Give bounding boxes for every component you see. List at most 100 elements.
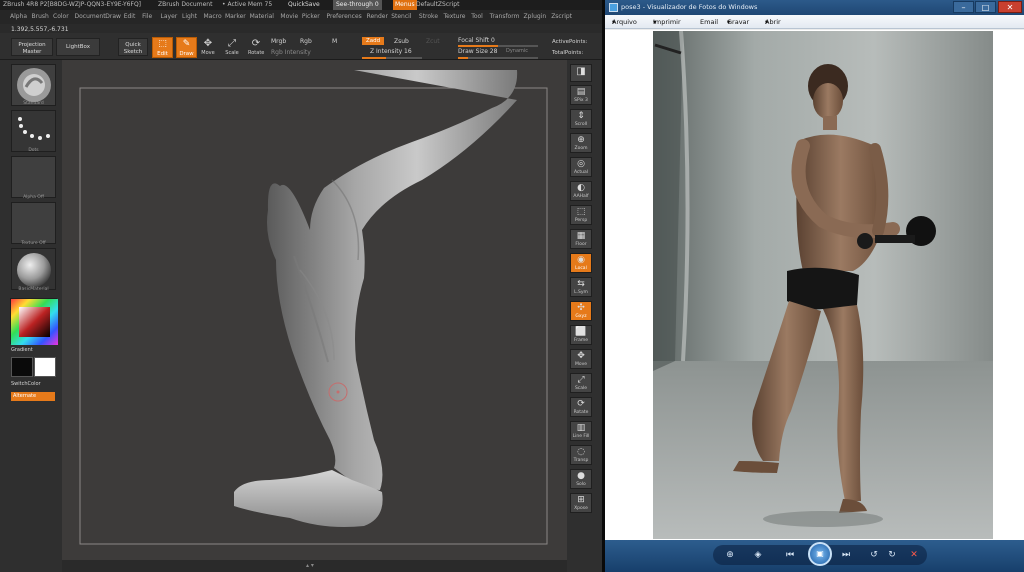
menu-movie[interactable]: Movie xyxy=(280,10,298,24)
menu-tool[interactable]: Tool xyxy=(471,10,483,24)
z-intensity-track[interactable] xyxy=(362,57,422,59)
menu-color[interactable]: Color xyxy=(53,10,69,24)
material-picker[interactable] xyxy=(11,248,56,290)
menu-macro[interactable]: Macro xyxy=(204,10,222,24)
m-button[interactable]: M xyxy=(332,38,337,45)
draw-mode-button[interactable]: ✎ Draw xyxy=(176,37,197,58)
menu-imprimir-label: Imprimir xyxy=(653,18,681,26)
actual-button[interactable]: ◎ Actual xyxy=(570,157,592,177)
dynamic-toggle[interactable]: Dynamic xyxy=(506,48,528,54)
main-color-swatch[interactable] xyxy=(11,357,33,377)
rotate-button[interactable]: ⟳ Rotate xyxy=(570,397,592,417)
menu-material[interactable]: Material xyxy=(250,10,274,24)
quick-sketch-button[interactable]: Quick Sketch xyxy=(118,38,148,56)
maximize-button[interactable]: □ xyxy=(975,1,996,13)
zoom-button[interactable]: ⊕ xyxy=(723,549,737,561)
zoom-button[interactable]: ⊕ Zoom xyxy=(570,133,592,153)
xpose-button[interactable]: ⊞ Xpose xyxy=(570,493,592,513)
next-button[interactable]: ⏭ xyxy=(839,549,853,561)
lightbox-button[interactable]: LightBox xyxy=(56,38,100,56)
menu-document[interactable]: Document xyxy=(75,10,106,24)
rgb-button[interactable]: Rgb xyxy=(300,38,312,45)
color-picker[interactable] xyxy=(10,298,58,345)
solo-button[interactable]: ● Solo xyxy=(570,469,592,489)
brush-picker[interactable] xyxy=(11,64,56,106)
rotate-mode-button[interactable]: ⟳ Rotate xyxy=(248,37,264,59)
scale-button[interactable]: ⤢ Scale xyxy=(570,373,592,393)
menu-alpha[interactable]: Alpha xyxy=(10,10,27,24)
projection-master-button[interactable]: Projection Master xyxy=(11,38,53,56)
document-canvas[interactable] xyxy=(62,60,567,560)
spix-3-button[interactable]: ▤ SPix 3 xyxy=(570,85,592,105)
draw-size-slider[interactable]: Draw Size 28 xyxy=(458,48,497,55)
rotate-left-button[interactable]: ↺ xyxy=(867,549,881,561)
rgb-intensity-slider[interactable]: Rgb Intensity xyxy=(271,49,311,56)
delete-button[interactable]: ✕ xyxy=(907,549,921,561)
menu-edit[interactable]: Edit xyxy=(124,10,136,24)
z-intensity-slider[interactable]: Z Intensity 16 xyxy=(370,48,412,55)
menu-email[interactable]: Email xyxy=(700,15,718,29)
switch-color-button[interactable]: SwitchColor xyxy=(11,381,41,387)
menu-file[interactable]: File xyxy=(142,10,152,24)
texture-picker[interactable] xyxy=(11,202,56,244)
move-button[interactable]: ✥ Move xyxy=(570,349,592,369)
zoom-icon: ⊕ xyxy=(726,550,734,560)
slideshow-icon: ▣ xyxy=(816,549,824,558)
scroll-button[interactable]: ⇕ Scroll xyxy=(570,109,592,129)
menu-stencil[interactable]: Stencil xyxy=(391,10,411,24)
floor-button[interactable]: ▦ Floor xyxy=(570,229,592,249)
close-button[interactable]: ✕ xyxy=(998,1,1022,13)
line-fill-button[interactable]: ▥ Line Fill xyxy=(570,421,592,441)
aahalf-button[interactable]: ◐ AAHalf xyxy=(570,181,592,201)
actual-size-button[interactable]: ◈ xyxy=(751,549,765,561)
minimize-icon: – xyxy=(961,3,966,12)
alternate-button[interactable]: Alternate xyxy=(11,392,55,401)
zcut-button[interactable]: Zcut xyxy=(426,38,440,45)
reference-photo[interactable] xyxy=(653,31,993,539)
quicksave-button[interactable]: QuickSave xyxy=(288,0,320,10)
transp-button[interactable]: ◌ Transp xyxy=(570,445,592,465)
menus-button[interactable]: Menus xyxy=(393,0,417,10)
alpha-picker[interactable] xyxy=(11,156,56,198)
edit-mode-button[interactable]: ⬚ Edit xyxy=(152,37,173,58)
gradient-toggle[interactable]: Gradient xyxy=(11,347,33,353)
menu-zscript[interactable]: Zscript xyxy=(551,10,572,24)
rotate-right-button[interactable]: ↻ xyxy=(885,549,899,561)
persp-button[interactable]: ⬚ Persp xyxy=(570,205,592,225)
bpr-button[interactable]: ◨ xyxy=(570,64,592,82)
menu-render[interactable]: Render xyxy=(367,10,388,24)
slideshow-button[interactable]: ▣ xyxy=(808,542,832,566)
menu-draw[interactable]: Draw xyxy=(105,10,121,24)
move-mode-button[interactable]: ✥ Move xyxy=(200,37,216,59)
menu-layer[interactable]: Layer xyxy=(161,10,178,24)
menu-picker[interactable]: Picker xyxy=(302,10,320,24)
see-through-slider[interactable]: See-through 0 xyxy=(333,0,382,10)
draw-size-track[interactable] xyxy=(458,57,538,59)
menu-stroke[interactable]: Stroke xyxy=(419,10,438,24)
scale-mode-button[interactable]: ⤢ Scale xyxy=(224,37,240,59)
local-button[interactable]: ◉ Local xyxy=(570,253,592,273)
focal-shift-slider[interactable]: Focal Shift 0 xyxy=(458,37,495,44)
previous-button[interactable]: ⏮ xyxy=(783,549,797,561)
secondary-color-swatch[interactable] xyxy=(34,357,56,377)
frame-button[interactable]: ⬜ Frame xyxy=(570,325,592,345)
stroke-picker[interactable] xyxy=(11,110,56,152)
viewer-title-bar: pose3 - Visualizador de Fotos do Windows… xyxy=(605,0,1024,15)
menu-marker[interactable]: Marker xyxy=(225,10,246,24)
minimize-button[interactable]: – xyxy=(953,1,974,13)
menu-transform[interactable]: Transform xyxy=(490,10,520,24)
scale-label: Scale xyxy=(574,386,588,391)
focal-shift-track[interactable] xyxy=(458,45,538,47)
menu-zplugin[interactable]: Zplugin xyxy=(524,10,547,24)
bottom-shelf-arrows-icon[interactable]: ▴ ▾ xyxy=(306,562,314,569)
menu-brush[interactable]: Brush xyxy=(32,10,49,24)
default-zscript-button[interactable]: DefaultZScript xyxy=(416,0,459,10)
gxyz-button[interactable]: ✣ Gxyz xyxy=(570,301,592,321)
menu-texture[interactable]: Texture xyxy=(444,10,466,24)
menu-preferences[interactable]: Preferences xyxy=(327,10,362,24)
mrgb-button[interactable]: Mrgb xyxy=(271,38,286,45)
zsub-button[interactable]: Zsub xyxy=(394,38,409,45)
menu-light[interactable]: Light xyxy=(182,10,197,24)
l-sym-button[interactable]: ⇆ L.Sym xyxy=(570,277,592,297)
zadd-button[interactable]: Zadd xyxy=(362,37,385,45)
